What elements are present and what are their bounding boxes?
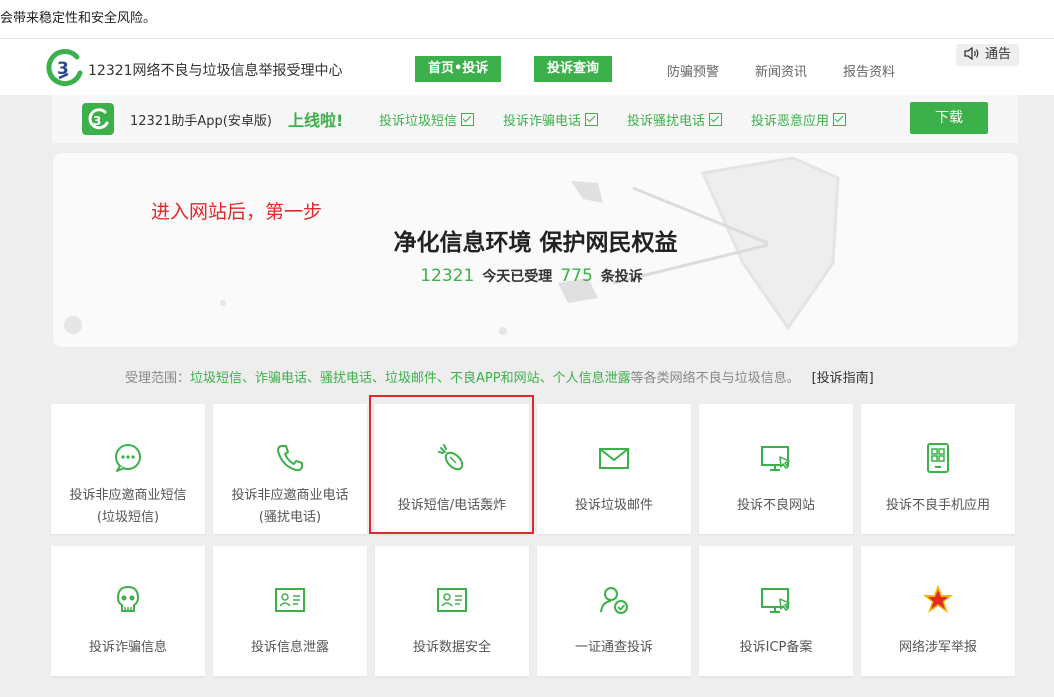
speaker-icon	[964, 44, 980, 66]
tile-label: 投诉非应邀商业电话 (骚扰电话)	[231, 488, 349, 525]
site-title[interactable]: 12321网络不良与垃圾信息举报受理中心	[88, 60, 343, 80]
app-feature-spam-sms[interactable]: 投诉垃圾短信	[379, 110, 475, 129]
tile-label: 一证通查投诉	[574, 640, 653, 655]
app-name: 12321助手App(安卓版)	[130, 114, 272, 129]
tile-data-security[interactable]: 投诉数据安全	[375, 546, 529, 676]
nav-reports-link[interactable]: 报告资料	[843, 61, 895, 80]
tile-harassment-call[interactable]: 投诉非应邀商业电话 (骚扰电话)	[213, 404, 367, 534]
tile-bad-website[interactable]: 投诉不良网站	[699, 404, 853, 534]
tile-label: 投诉非应邀商业短信 (垃圾短信)	[69, 488, 187, 525]
mail-icon	[599, 448, 629, 469]
tile-label: 投诉信息泄露	[250, 640, 329, 655]
nav-complaint-query-button[interactable]: 投诉查询	[534, 56, 613, 82]
tile-fraud-info[interactable]: 投诉诈骗信息	[51, 546, 205, 676]
tile-sms-call-bombing[interactable]: 投诉短信/电话轰炸	[375, 404, 529, 534]
scope-suffix: 等各类网络不良与垃圾信息。	[630, 371, 800, 386]
tile-label: 网络涉军举报	[898, 640, 977, 655]
skull-icon	[117, 586, 139, 612]
id-card-icon	[437, 588, 467, 612]
app-logo-icon[interactable]: 3	[82, 103, 114, 135]
bomb-icon	[438, 444, 464, 471]
svg-text:3: 3	[93, 114, 101, 128]
tile-icp-filing[interactable]: 投诉ICP备案	[699, 546, 853, 676]
checkbox-icon	[833, 113, 847, 126]
nav-fraud-warning-link[interactable]: 防骗预警	[667, 61, 719, 80]
complaint-guide-link[interactable]: [投诉指南]	[812, 371, 874, 386]
tile-info-leak[interactable]: 投诉信息泄露	[213, 546, 367, 676]
tile-label: 投诉ICP备案	[739, 640, 813, 655]
scope-text: 受理范围：垃圾短信、诈骗电话、骚扰电话、垃圾邮件、不良APP和网站、个人信息泄露…	[125, 367, 874, 386]
army-star-icon	[923, 585, 953, 613]
id-card-icon	[275, 588, 305, 612]
message-icon	[115, 444, 141, 472]
app-online-text: 上线啦!	[288, 111, 344, 130]
hero-slogan: 净化信息环境 保护网民权益	[393, 230, 678, 256]
app-feature-label: 投诉恶意应用	[751, 114, 830, 129]
hero-step-note: 进入网站后，第一步	[151, 201, 323, 223]
app-icon	[927, 443, 949, 473]
tile-label: 投诉垃圾邮件	[574, 498, 653, 513]
site-header: 3 12321网络不良与垃圾信息举报受理中心 首页•投诉 投诉查询 防骗预警 新…	[0, 38, 1054, 95]
user-check-icon	[600, 587, 628, 614]
today-received-label: 今天已受理	[482, 269, 553, 285]
checkbox-icon	[585, 113, 599, 126]
tile-bad-mobile-app[interactable]: 投诉不良手机应用	[861, 404, 1015, 534]
app-feature-fraud-call[interactable]: 投诉诈骗电话	[503, 110, 599, 129]
site-logo-icon[interactable]: 3	[44, 47, 84, 87]
app-feature-malicious-app[interactable]: 投诉恶意应用	[751, 110, 847, 129]
nav-news-link[interactable]: 新闻资讯	[755, 61, 807, 80]
tile-label: 投诉不良网站	[736, 498, 815, 513]
monitor-icon	[761, 446, 790, 471]
tile-id-check-complaint[interactable]: 一证通查投诉	[537, 546, 691, 676]
hero-stats: 12321 今天已受理 775 条投诉	[53, 266, 1018, 286]
complaint-count: 775	[560, 266, 593, 286]
notice-button[interactable]: 通告	[956, 44, 1020, 66]
tile-label: 投诉诈骗信息	[88, 640, 167, 655]
app-feature-label: 投诉诈骗电话	[503, 114, 582, 129]
nav-home-complaint-button[interactable]: 首页•投诉	[415, 56, 502, 82]
tile-label: 投诉短信/电话轰炸	[397, 498, 507, 513]
warning-text: 会带来稳定性和安全风险。	[0, 11, 157, 26]
scope-items: 垃圾短信、诈骗电话、骚扰电话、垃圾邮件、不良APP和网站、个人信息泄露	[190, 371, 631, 386]
warning-bar: 会带来稳定性和安全风险。	[0, 0, 1054, 38]
app-feature-label: 投诉垃圾短信	[379, 114, 458, 129]
tile-label: 投诉不良手机应用	[885, 498, 990, 513]
app-feature-harassment-call[interactable]: 投诉骚扰电话	[627, 110, 723, 129]
tile-spam-sms[interactable]: 投诉非应邀商业短信 (垃圾短信)	[51, 404, 205, 534]
app-promo-bar: 3 12321助手App(安卓版) 上线啦! 投诉垃圾短信 投诉诈骗电话 投诉骚…	[52, 95, 1018, 143]
notice-label: 通告	[985, 47, 1012, 62]
app-feature-label: 投诉骚扰电话	[627, 114, 706, 129]
checkbox-icon	[709, 113, 723, 126]
scope-prefix: 受理范围：	[125, 371, 191, 386]
complaint-unit-label: 条投诉	[600, 269, 643, 285]
download-button[interactable]: 下载	[910, 102, 988, 134]
checkbox-icon	[461, 113, 475, 126]
tile-label: 投诉数据安全	[412, 640, 491, 655]
tile-spam-mail[interactable]: 投诉垃圾邮件	[537, 404, 691, 534]
monitor-icon	[761, 588, 790, 613]
hotline-number: 12321	[420, 266, 475, 286]
tile-military-report[interactable]: 网络涉军举报	[861, 546, 1015, 676]
phone-icon	[277, 445, 303, 472]
hero-banner: 进入网站后，第一步 净化信息环境 保护网民权益 12321 今天已受理 775 条投诉	[53, 153, 1018, 347]
